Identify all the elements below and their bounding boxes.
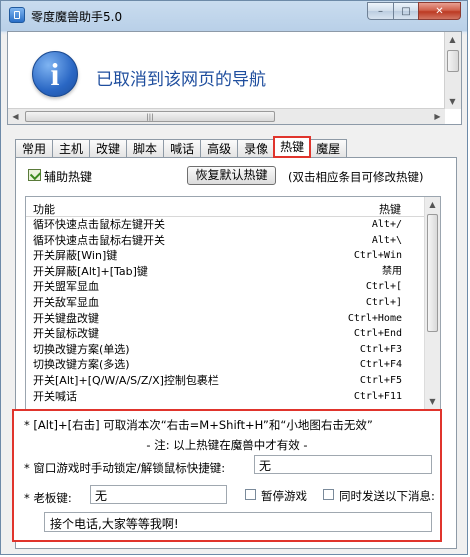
web-view: i 已取消到该网页的导航 ▲ ▼ ◀ ||| ▶ [7,31,462,125]
navigation-cancelled-message: 已取消到该网页的导航 [96,70,266,90]
list-vertical-scrollbar[interactable]: ▲ ▼ [424,197,440,409]
list-scroll-thumb[interactable] [427,214,438,332]
tab-host[interactable]: 主机 [52,139,91,157]
tab-shout[interactable]: 喊话 [163,139,202,157]
list-scroll-up-arrow-icon[interactable]: ▲ [425,197,440,212]
app-icon [9,7,25,23]
table-row[interactable]: 开关喊话 Ctrl+F11 [26,389,425,405]
table-row[interactable]: 开关鼠标改键 Ctrl+End [26,326,425,342]
column-header-hotkey[interactable]: 热键 [379,201,401,217]
hotkey-rows: 循环快速点击鼠标左键开关 Alt+/ 循环快速点击鼠标右键开关 Alt+\ 开关屏蔽… [26,217,425,404]
boss-key-input[interactable]: 无 [90,485,227,504]
scroll-right-arrow-icon[interactable]: ▶ [430,109,445,124]
tab-common[interactable]: 常用 [15,139,54,157]
window-title: 零度魔兽助手5.0 [31,10,123,24]
mouse-lock-hotkey-label: * 窗口游戏时手动锁定/解锁鼠标快捷键: [24,461,226,475]
tab-hotkeys[interactable]: 热键 [273,136,312,158]
tab-advanced[interactable]: 高级 [200,139,239,157]
table-row[interactable]: 切换改键方案(多选) Ctrl+F4 [26,357,425,373]
table-row[interactable]: 循环快速点击鼠标左键开关 Alt+/ [26,217,425,233]
tab-replay[interactable]: 录像 [237,139,276,157]
tab-key-remap[interactable]: 改键 [89,139,128,157]
alt-right-click-note: * [Alt]+[右击] 可取消本次“右击=M+Shift+H”和“小地图右击无… [24,418,373,432]
main-window: 零度魔兽助手5.0 – □ ✕ i 已取消到该网页的导航 ▲ ▼ ◀ ||| ▶… [0,0,468,555]
web-horizontal-scroll-thumb[interactable]: ||| [25,111,275,122]
title-bar[interactable]: 零度魔兽助手5.0 – □ ✕ [1,1,467,29]
scroll-left-arrow-icon[interactable]: ◀ [8,109,23,124]
info-icon: i [32,51,78,97]
boss-message-input[interactable]: 接个电话,大家等等我啊! [44,512,432,532]
table-row[interactable]: 循环快速点击鼠标右键开关 Alt+\ [26,233,425,249]
hotkeys-panel: 辅助热键 恢复默认热键 (双击相应条目可修改热键) 功能 热键 循环快速点击鼠标… [12,157,457,549]
scroll-up-arrow-icon[interactable]: ▲ [445,32,460,47]
window-controls: – □ ✕ [367,2,461,21]
column-header-function[interactable]: 功能 [33,201,55,217]
reset-default-hotkeys-button[interactable]: 恢复默认热键 [187,166,276,185]
tab-magic-house[interactable]: 魔屋 [309,139,348,157]
hotkey-check-icon [28,169,41,181]
list-header: 功能 热键 [26,197,425,217]
table-row[interactable]: 开关屏蔽[Win]键 Ctrl+Win [26,248,425,264]
send-message-checkbox[interactable] [323,489,334,500]
mouse-lock-hotkey-input[interactable]: 无 [254,455,432,474]
scroll-down-arrow-icon[interactable]: ▼ [445,94,460,109]
list-scroll-down-arrow-icon[interactable]: ▼ [425,394,440,409]
boss-key-label: * 老板键: [24,491,72,505]
edit-hint: (双击相应条目可修改热键) [288,170,424,184]
table-row[interactable]: 开关盟军显血 Ctrl+[ [26,279,425,295]
table-row[interactable]: 切换改键方案(单选) Ctrl+F3 [26,342,425,358]
hotkey-list[interactable]: 功能 热键 循环快速点击鼠标左键开关 Alt+/ 循环快速点击鼠标右键开关 Alt+… [25,196,441,410]
notes-highlight-box: * [Alt]+[右击] 可取消本次“右击=M+Shift+H”和“小地图右击无… [12,409,442,542]
web-vertical-scroll-thumb[interactable] [447,50,459,72]
table-row[interactable]: 开关[Alt]+[Q/W/A/S/Z/X]控制包裹栏 Ctrl+F5 [26,373,425,389]
maximize-button[interactable]: □ [393,2,418,20]
web-horizontal-scrollbar[interactable]: ◀ ||| ▶ [8,108,445,124]
hotkey-scope-note: - 注: 以上热键在魔兽中才有效 - [146,438,308,452]
tab-bar: 常用 主机 改键 脚本 喊话 高级 录像 热键 魔屋 [15,136,348,158]
table-row[interactable]: 开关键盘改键 Ctrl+Home [26,311,425,327]
table-row[interactable]: 开关敌军显血 Ctrl+] [26,295,425,311]
pause-game-label: 暂停游戏 [261,489,307,503]
web-vertical-scrollbar[interactable]: ▲ ▼ [444,32,461,109]
pause-game-checkbox[interactable] [245,489,256,500]
send-message-label: 同时发送以下消息: [339,489,435,503]
minimize-button[interactable]: – [367,2,393,20]
table-row[interactable]: 开关屏蔽[Alt]+[Tab]键 禁用 [26,264,425,280]
close-button[interactable]: ✕ [418,2,461,20]
tab-script[interactable]: 脚本 [126,139,165,157]
section-title: 辅助热键 [44,170,93,184]
